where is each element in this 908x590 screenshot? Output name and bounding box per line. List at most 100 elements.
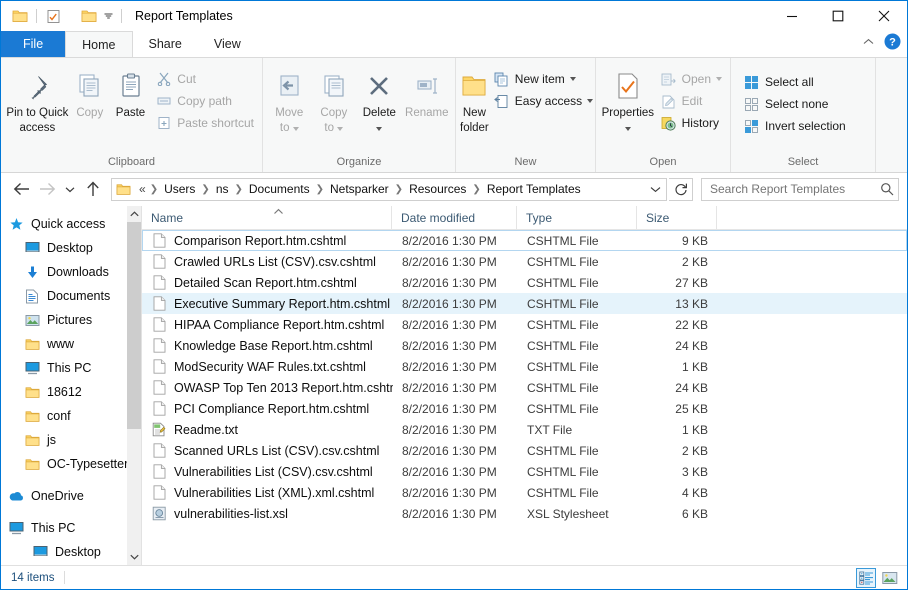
tab-file[interactable]: File (1, 31, 65, 57)
rename-button[interactable]: Rename (403, 62, 451, 136)
scroll-down-button[interactable] (127, 549, 142, 565)
chevron-up-icon[interactable] (863, 38, 874, 46)
copy-button[interactable]: Copy (70, 62, 110, 136)
toolbar-divider-3 (121, 9, 122, 23)
copy-path-button[interactable]: Copy path (151, 90, 258, 112)
tab-view[interactable]: View (198, 31, 257, 57)
column-header-date-modified[interactable]: Date modified (392, 206, 517, 230)
generic-file-icon (151, 275, 167, 291)
breadcrumb-item-report-templates[interactable]: Report Templates (482, 182, 586, 196)
scroll-up-button[interactable] (127, 206, 142, 222)
breadcrumb-bar[interactable]: « ❯ Users ❯ ns ❯ Documents ❯ Netsparker … (111, 178, 667, 201)
breadcrumb-item-documents[interactable]: Documents (244, 182, 315, 196)
sidebar-item-onedrive[interactable]: OneDrive (1, 484, 142, 508)
table-row[interactable]: ModSecurity WAF Rules.txt.cshtml 8/2/201… (142, 356, 907, 377)
move-to-button[interactable]: Move to (267, 62, 312, 136)
sidebar-item-pc-desktop[interactable]: Desktop (1, 540, 142, 564)
scrollbar-thumb[interactable] (127, 222, 142, 429)
column-header-size[interactable]: Size (637, 206, 717, 230)
search-box[interactable] (701, 178, 899, 201)
recent-locations-button[interactable] (61, 177, 79, 201)
paste-shortcut-button[interactable]: Paste shortcut (151, 112, 258, 134)
large-icons-view-button[interactable] (880, 568, 900, 588)
folder-icon-2[interactable] (78, 5, 100, 27)
delete-label: Delete (363, 107, 396, 120)
sidebar-item-oc-typesettercl[interactable]: OC-TypesetterCl (1, 452, 142, 476)
search-icon[interactable] (880, 182, 894, 196)
table-row[interactable]: Knowledge Base Report.htm.cshtml 8/2/201… (142, 335, 907, 356)
close-icon[interactable] (861, 1, 907, 31)
address-dropdown-button[interactable] (646, 179, 664, 200)
breadcrumb-overflow[interactable]: « (134, 182, 149, 196)
invert-selection-button[interactable]: Invert selection (739, 115, 850, 137)
copy-to-button[interactable]: Copy to (312, 62, 357, 136)
cut-button[interactable]: Cut (151, 68, 258, 90)
sidebar-item-conf[interactable]: conf (1, 404, 142, 428)
table-row[interactable]: PCI Compliance Report.htm.cshtml 8/2/201… (142, 398, 907, 419)
sidebar-item-quick-access[interactable]: Quick access (1, 212, 142, 236)
title-bar: Report Templates (1, 1, 907, 31)
up-button[interactable] (81, 177, 105, 201)
open-button[interactable]: Open (656, 68, 726, 90)
sidebar-item-www[interactable]: www (1, 332, 142, 356)
edit-button[interactable]: Edit (656, 90, 726, 112)
folder-icon[interactable] (9, 5, 31, 27)
breadcrumb-item-ns[interactable]: ns (211, 182, 234, 196)
table-row[interactable]: Readme.txt 8/2/2016 1:30 PM TXT File 1 K… (142, 419, 907, 440)
desktop-icon (31, 543, 49, 561)
new-folder-button[interactable]: New folder (460, 62, 489, 136)
chevron-down-icon[interactable] (100, 5, 116, 27)
easy-access-button[interactable]: Easy access (489, 90, 597, 112)
breadcrumb-item-netsparker[interactable]: Netsparker (325, 182, 394, 196)
table-row[interactable]: Vulnerabilities List (XML).xml.cshtml 8/… (142, 482, 907, 503)
tab-share[interactable]: Share (133, 31, 198, 57)
refresh-button[interactable] (669, 178, 693, 201)
details-view-button[interactable] (856, 568, 876, 588)
back-button[interactable] (9, 177, 33, 201)
invert-selection-label: Invert selection (765, 119, 846, 133)
file-date: 8/2/2016 1:30 PM (393, 255, 518, 269)
table-row[interactable]: vulnerabilities-list.xsl 8/2/2016 1:30 P… (142, 503, 907, 524)
paste-button[interactable]: Paste (110, 62, 152, 136)
table-row[interactable]: OWASP Top Ten 2013 Report.htm.cshtml 8/2… (142, 377, 907, 398)
breadcrumb-item-resources[interactable]: Resources (404, 182, 471, 196)
table-row[interactable]: Scanned URLs List (CSV).csv.cshtml 8/2/2… (142, 440, 907, 461)
sidebar-item-desktop[interactable]: Desktop (1, 236, 142, 260)
status-bar: 14 items (1, 565, 907, 589)
table-row[interactable]: HIPAA Compliance Report.htm.cshtml 8/2/2… (142, 314, 907, 335)
table-row[interactable]: Executive Summary Report.htm.cshtml 8/2/… (142, 293, 907, 314)
delete-icon (365, 67, 393, 105)
sidebar-item-this-pc-quick[interactable]: This PC (1, 356, 142, 380)
table-row[interactable]: Comparison Report.htm.cshtml 8/2/2016 1:… (142, 230, 907, 251)
pin-to-quick-access-button[interactable]: Pin to Quick access (5, 62, 70, 136)
search-input[interactable] (710, 182, 880, 196)
select-none-button[interactable]: Select none (739, 93, 850, 115)
sidebar-item-this-pc[interactable]: This PC (1, 516, 142, 540)
select-all-button[interactable]: Select all (739, 71, 850, 93)
help-icon[interactable]: ? (884, 33, 901, 50)
forward-button[interactable] (35, 177, 59, 201)
file-name: PCI Compliance Report.htm.cshtml (174, 402, 369, 416)
table-row[interactable]: Vulnerabilities List (CSV).csv.cshtml 8/… (142, 461, 907, 482)
table-row[interactable]: Detailed Scan Report.htm.cshtml 8/2/2016… (142, 272, 907, 293)
table-row[interactable]: Crawled URLs List (CSV).csv.cshtml 8/2/2… (142, 251, 907, 272)
sidebar-item-downloads[interactable]: Downloads (1, 260, 142, 284)
history-button[interactable]: History (656, 112, 726, 134)
checkmark-doc-icon[interactable] (42, 5, 64, 27)
sidebar-item-documents[interactable]: Documents (1, 284, 142, 308)
sidebar-item-pictures[interactable]: Pictures (1, 308, 142, 332)
pane-divider[interactable] (141, 206, 142, 565)
breadcrumb-item-users[interactable]: Users (159, 182, 200, 196)
properties-button[interactable]: Properties (600, 62, 656, 136)
sidebar-item-18612[interactable]: 18612 (1, 380, 142, 404)
sidebar-item-js[interactable]: js (1, 428, 142, 452)
new-item-button[interactable]: New item (489, 68, 597, 90)
sidebar-scrollbar[interactable] (127, 206, 142, 565)
column-header-name[interactable]: Name (142, 206, 392, 230)
delete-button[interactable]: Delete (356, 62, 402, 136)
minimize-icon[interactable] (769, 1, 815, 31)
move-to-label-2: to (280, 122, 299, 135)
column-header-type[interactable]: Type (517, 206, 637, 230)
tab-home[interactable]: Home (65, 31, 132, 57)
maximize-icon[interactable] (815, 1, 861, 31)
